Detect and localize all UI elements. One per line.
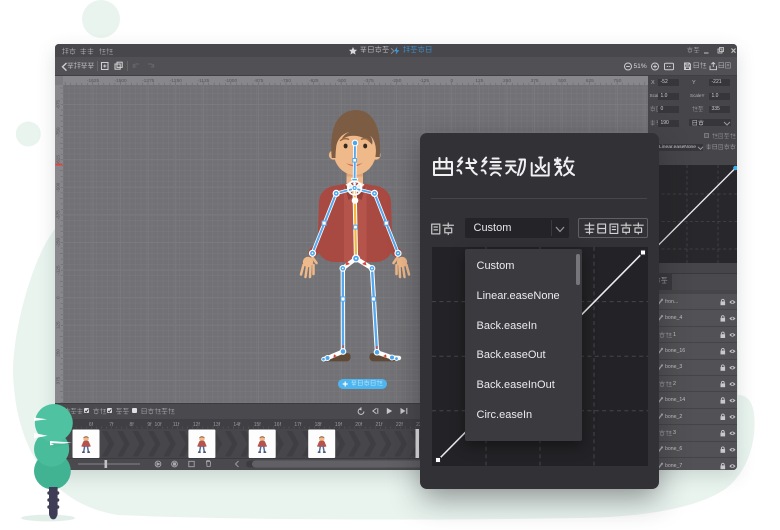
svg-text:16f: 16f bbox=[274, 422, 282, 428]
svg-text:19f: 19f bbox=[335, 422, 343, 428]
svg-text:22f: 22f bbox=[396, 422, 404, 428]
svg-text:14f: 14f bbox=[233, 422, 241, 428]
svg-text:20f: 20f bbox=[355, 422, 363, 428]
svg-text:17f: 17f bbox=[294, 422, 302, 428]
svg-text:11f: 11f bbox=[173, 422, 180, 428]
svg-text:12f: 12f bbox=[193, 422, 201, 428]
svg-text:21f: 21f bbox=[376, 422, 384, 428]
svg-text:10f: 10f bbox=[155, 422, 163, 428]
svg-text:18f: 18f bbox=[315, 422, 323, 428]
svg-text:13f: 13f bbox=[213, 422, 221, 428]
svg-text:9f: 9f bbox=[147, 422, 152, 428]
svg-text:15f: 15f bbox=[254, 422, 262, 428]
